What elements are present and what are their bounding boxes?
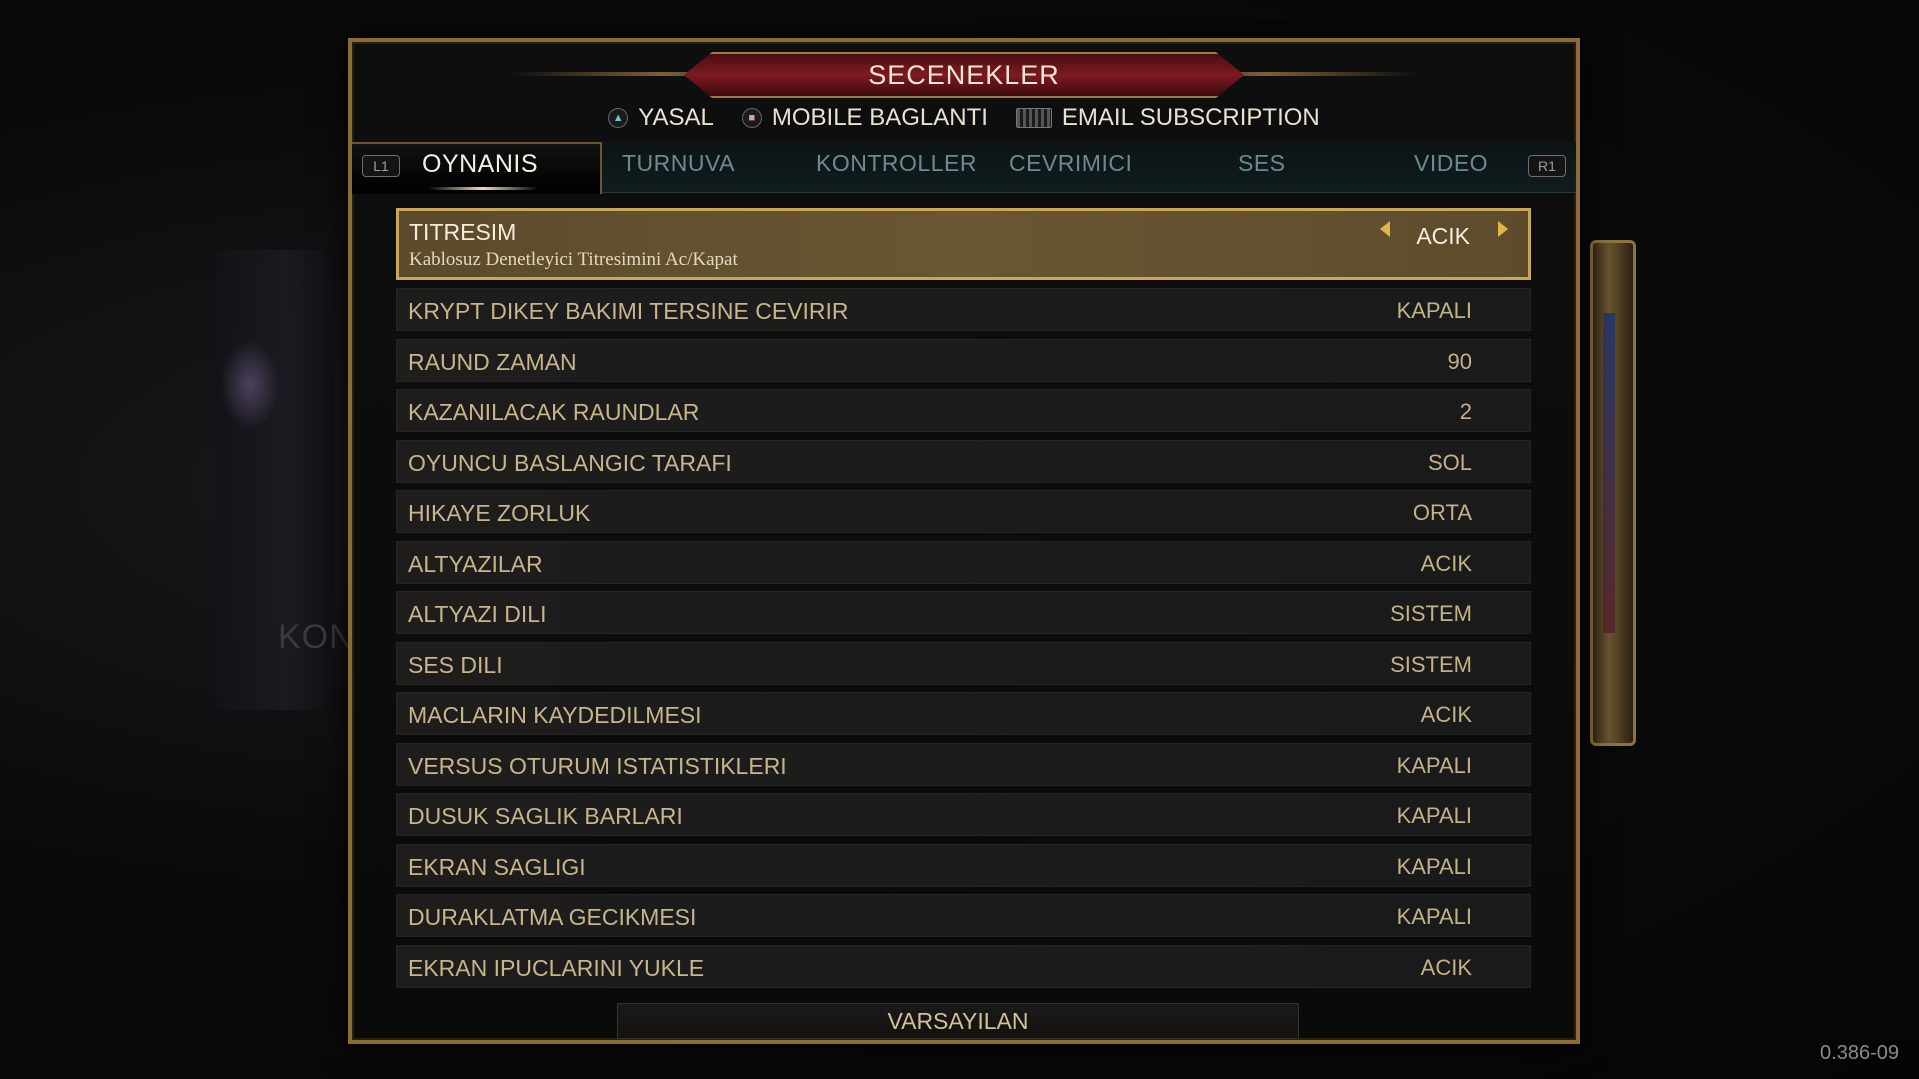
option-label: KAZANILACAK RAUNDLAR bbox=[408, 399, 700, 425]
option-label: TITRESIM bbox=[409, 219, 517, 245]
square-button-icon: ■ bbox=[741, 108, 762, 128]
l1-button[interactable]: L1 bbox=[362, 155, 400, 177]
triangle-button-icon: ▲ bbox=[608, 108, 629, 128]
subnav-email-subscription[interactable]: EMAIL SUBSCRIPTION bbox=[1015, 104, 1320, 132]
option-value: KAPALI bbox=[1396, 853, 1472, 879]
option-label: SES DILI bbox=[408, 651, 503, 678]
subnav: ▲ YASAL ■ MOBILE BAGLANTI EMAIL SUBSCRIP… bbox=[352, 98, 1576, 138]
option-label: DUSUK SAGLIK BARLARI bbox=[408, 803, 683, 829]
arrow-right-icon[interactable] bbox=[1498, 221, 1508, 237]
option-value: 2 bbox=[1459, 399, 1472, 424]
active-tab-indicator bbox=[428, 187, 538, 190]
background-glow bbox=[220, 340, 280, 430]
option-value: SISTEM bbox=[1390, 601, 1472, 626]
option-value: SOL bbox=[1427, 449, 1472, 475]
keyboard-icon bbox=[1015, 108, 1052, 128]
subnav-label: MOBILE BAGLANTI bbox=[771, 104, 988, 131]
option-row[interactable]: DUSUK SAGLIK BARLARI KAPALI bbox=[396, 793, 1531, 836]
option-label: VERSUS OTURUM ISTATISTIKLERI bbox=[408, 752, 787, 779]
option-label: RAUND ZAMAN bbox=[408, 348, 577, 375]
default-button[interactable]: VARSAYILAN bbox=[617, 1003, 1299, 1039]
option-value: ACIK bbox=[1420, 702, 1472, 727]
tab-kontroller[interactable]: KONTROLLER bbox=[816, 150, 977, 177]
option-row[interactable]: EKRAN SAGLIGI KAPALI bbox=[396, 843, 1531, 887]
option-value: ACIK bbox=[1420, 550, 1472, 576]
tab-ses[interactable]: SES bbox=[1238, 150, 1286, 177]
option-row[interactable]: MACLARIN KAYDEDILMESI ACIK bbox=[396, 692, 1531, 735]
option-row[interactable]: KAZANILACAK RAUNDLAR 2 bbox=[396, 389, 1531, 432]
options-window: SECENEKLER ▲ YASAL ■ MOBILE BAGLANTI EMA… bbox=[348, 38, 1580, 1044]
subnav-yasal[interactable]: ▲ YASAL bbox=[608, 104, 714, 132]
version-label: 0.386-09 bbox=[1820, 1042, 1899, 1064]
option-value: ACIK bbox=[1420, 954, 1472, 980]
option-value: ORTA bbox=[1412, 500, 1472, 525]
option-label: DURAKLATMA GECIKMESI bbox=[408, 904, 697, 930]
option-row[interactable]: OYUNCU BASLANGIC TARAFI SOL bbox=[396, 439, 1531, 483]
tab-cevrimici[interactable]: CEVRIMICI bbox=[1009, 150, 1132, 177]
option-value: SISTEM bbox=[1390, 651, 1472, 677]
option-label: EKRAN IPUCLARINI YUKLE bbox=[408, 954, 705, 981]
option-value: KAPALI bbox=[1396, 298, 1472, 323]
option-label: MACLARIN KAYDEDILMESI bbox=[408, 702, 702, 728]
background-pillar bbox=[1590, 240, 1636, 746]
option-value: KAPALI bbox=[1396, 904, 1472, 929]
tab-oynanis[interactable]: OYNANIS bbox=[422, 150, 538, 179]
option-row[interactable]: ALTYAZILAR ACIK bbox=[396, 540, 1531, 584]
background-text: KON bbox=[278, 618, 355, 656]
options-list: TITRESIM Kablosuz Denetleyici Titresimin… bbox=[396, 208, 1531, 995]
option-label: ALTYAZILAR bbox=[408, 550, 543, 577]
option-label: ALTYAZI DILI bbox=[408, 601, 547, 627]
option-row[interactable]: VERSUS OTURUM ISTATISTIKLERI KAPALI bbox=[396, 742, 1531, 786]
subnav-label: EMAIL SUBSCRIPTION bbox=[1061, 104, 1320, 131]
option-value: KAPALI bbox=[1396, 752, 1472, 778]
option-label: EKRAN SAGLIGI bbox=[408, 853, 586, 880]
option-label: HIKAYE ZORLUK bbox=[408, 500, 591, 526]
tab-video[interactable]: VIDEO bbox=[1414, 150, 1488, 177]
title-bar: SECENEKLER bbox=[352, 50, 1576, 100]
option-description: Kablosuz Denetleyici Titresimini Ac/Kapa… bbox=[409, 249, 738, 270]
option-row[interactable]: SES DILI SISTEM bbox=[396, 641, 1531, 685]
tab-turnuva[interactable]: TURNUVA bbox=[622, 150, 735, 177]
option-label: OYUNCU BASLANGIC TARAFI bbox=[408, 449, 732, 476]
option-row[interactable]: ALTYAZI DILI SISTEM bbox=[396, 591, 1531, 634]
option-row[interactable]: DURAKLATMA GECIKMESI KAPALI bbox=[396, 894, 1531, 937]
option-label: KRYPT DIKEY BAKIMI TERSINE CEVIRIR bbox=[408, 298, 849, 324]
option-row-selected[interactable]: TITRESIM Kablosuz Denetleyici Titresimin… bbox=[396, 208, 1531, 280]
option-value: 90 bbox=[1447, 348, 1472, 374]
tab-bar: L1 OYNANIS TURNUVA KONTROLLER CEVRIMICI … bbox=[352, 142, 1576, 194]
option-value: ACIK bbox=[1416, 223, 1470, 249]
page-title: SECENEKLER bbox=[868, 60, 1060, 90]
option-row[interactable]: HIKAYE ZORLUK ORTA bbox=[396, 490, 1531, 533]
option-row[interactable]: EKRAN IPUCLARINI YUKLE ACIK bbox=[396, 944, 1531, 988]
option-row[interactable]: RAUND ZAMAN 90 bbox=[396, 338, 1531, 382]
r1-button[interactable]: R1 bbox=[1528, 155, 1566, 177]
arrow-left-icon[interactable] bbox=[1380, 221, 1390, 237]
subnav-label: YASAL bbox=[638, 104, 714, 131]
option-row[interactable]: KRYPT DIKEY BAKIMI TERSINE CEVIRIR KAPALI bbox=[396, 288, 1531, 331]
option-value: KAPALI bbox=[1396, 803, 1472, 828]
subnav-mobile-baglanti[interactable]: ■ MOBILE BAGLANTI bbox=[741, 104, 988, 132]
